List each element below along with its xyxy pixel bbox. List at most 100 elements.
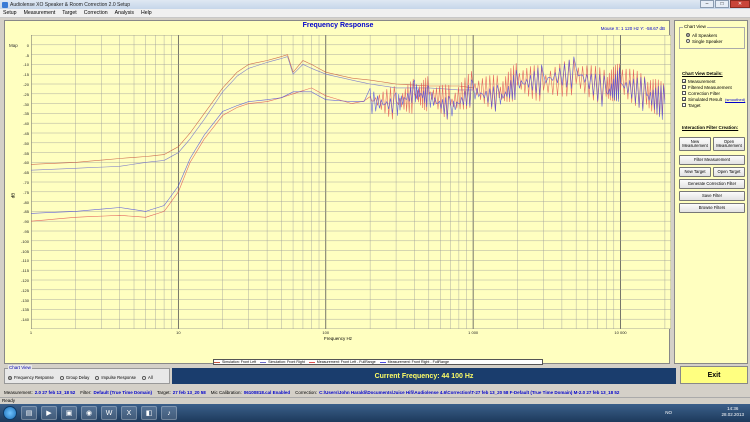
- legend-label: Simulation: Front Left: [222, 360, 257, 364]
- maximize-button[interactable]: □: [715, 0, 729, 8]
- y-tick-label: -130: [20, 297, 29, 303]
- y-tick-label: -20: [23, 82, 29, 87]
- radio-on-icon: [8, 375, 12, 380]
- browse-filters-button[interactable]: Browse Filters: [679, 203, 745, 213]
- new-target-button[interactable]: New Target: [679, 167, 711, 177]
- legend-item: Simulation: Front Left: [214, 360, 256, 364]
- details-label: Filtered Measurement: [688, 84, 732, 90]
- option-label: Impulse Response: [101, 375, 137, 380]
- open-measurement-button[interactable]: Open Measurement: [713, 137, 745, 151]
- y-tick-label: -75: [23, 189, 29, 195]
- save-filter-button[interactable]: Save Filter: [679, 191, 745, 201]
- browser-icon[interactable]: ◉: [81, 406, 97, 420]
- clock-date: 28.02.2013: [721, 412, 744, 417]
- info-key: Measurement:: [4, 389, 33, 395]
- details-title: Chart View Details:: [682, 71, 723, 76]
- menu-analysis[interactable]: Analysis: [115, 10, 134, 16]
- x-tick-label: 100: [322, 330, 330, 335]
- unchecked-box-icon: [682, 91, 686, 95]
- info-correction: C:\Users\John Haraldi\Documents\Juice Hi…: [319, 389, 620, 395]
- close-button[interactable]: ✕: [730, 0, 750, 8]
- info-mic: 06100818.cal Enabled: [243, 389, 291, 395]
- impulse-response-radio[interactable]: Impulse Response: [95, 375, 136, 380]
- radio-off-icon: [59, 375, 64, 380]
- folder-icon[interactable]: ▣: [61, 406, 77, 420]
- exit-button[interactable]: Exit: [680, 366, 748, 384]
- chart-view-bottom-group: Chart View Frequency Response Group Dela…: [4, 365, 170, 384]
- y-tick-label: -35: [23, 111, 29, 117]
- title-bar: Audiolense XO Speaker & Room Correction …: [0, 0, 750, 9]
- all-radio[interactable]: All: [142, 375, 153, 380]
- single-speaker-radio[interactable]: Single Speaker: [686, 38, 744, 44]
- details-label: Correction Filter: [688, 90, 721, 96]
- group-delay-radio[interactable]: Group Delay: [59, 375, 90, 380]
- y-tick-label: -90: [23, 219, 29, 225]
- start-button-icon[interactable]: [3, 406, 17, 420]
- generate-correction-button[interactable]: Generate Correction Filter: [679, 179, 745, 189]
- legend-swatch: [214, 361, 220, 363]
- legend-swatch: [308, 361, 315, 363]
- info-key: Target:: [156, 389, 171, 395]
- legend-item: Measurement: Front Left - FullRange: [308, 360, 376, 364]
- y-tick-label: -110: [21, 258, 29, 264]
- radio-off-icon: [95, 375, 100, 380]
- frequency-response-radio[interactable]: Frequency Response: [8, 375, 54, 380]
- chart-title: Frequency Response: [302, 22, 374, 29]
- legend-item: Measurement: Front Right - FullRange: [379, 360, 449, 364]
- side-panel: Chart View All Speakers Single Speaker C…: [674, 20, 748, 364]
- open-target-button[interactable]: Open Target: [713, 167, 745, 177]
- frequency-plot[interactable]: [31, 35, 671, 329]
- new-measurement-button[interactable]: New Measurement: [679, 137, 711, 151]
- menu-target[interactable]: Target: [62, 10, 76, 16]
- y-tick-label: -135: [20, 307, 29, 313]
- clock[interactable]: 14:36 28.02.2013: [721, 406, 744, 418]
- details-label: Simulated Result: [688, 96, 723, 102]
- taskbar: ▤ ▶ ▣ ◉ W X ◧ ♪ NO 14:36 28.02.2013: [0, 404, 750, 422]
- info-target: 27 feb 13_20 58: [172, 389, 206, 395]
- option-label: Frequency Response: [14, 375, 54, 380]
- menu-measurement[interactable]: Measurement: [24, 10, 56, 16]
- chart-panel: Map Frequency Response Mouse X: 1 120 Hz…: [4, 20, 671, 380]
- legend-label: Measurement: Front Right - FullRange: [387, 360, 449, 364]
- excel-icon[interactable]: X: [121, 406, 137, 420]
- filter-measurement-button[interactable]: Filter Measurement: [679, 155, 745, 165]
- smoothed-link[interactable]: (smoothed): [725, 97, 745, 102]
- simulated-result-checkbox[interactable]: ✓ Simulated Result (smoothed): [682, 96, 745, 102]
- info-key: Mic Calibration:: [210, 389, 242, 395]
- menu-correction[interactable]: Correction: [84, 10, 108, 16]
- y-tick-label: -60: [23, 160, 29, 166]
- x-tick-label: 1 000: [468, 330, 479, 335]
- all-speakers-label: All Speakers: [692, 32, 718, 38]
- y-tick-label: -50: [23, 140, 29, 146]
- audiolense-icon[interactable]: ♪: [161, 406, 177, 420]
- status-bar: Ready: [0, 397, 750, 404]
- y-tick-label: -65: [23, 170, 29, 176]
- details-list: ✓ Measurement Filtered Measurement Correc…: [682, 78, 745, 108]
- single-speaker-label: Single Speaker: [692, 38, 723, 44]
- option-label: Group Delay: [65, 375, 90, 380]
- app-window-icon[interactable]: ◧: [141, 406, 157, 420]
- word-icon[interactable]: W: [101, 406, 117, 420]
- radio-on-icon: [686, 33, 690, 37]
- minimize-button[interactable]: –: [700, 0, 714, 8]
- menu-setup[interactable]: Setup: [3, 10, 17, 16]
- y-tick-label: -40: [23, 121, 29, 127]
- y-tick-label: -25: [23, 91, 29, 97]
- y-tick-label: -125: [20, 287, 29, 293]
- menu-help[interactable]: Help: [141, 10, 152, 16]
- language-indicator[interactable]: NO: [665, 410, 672, 415]
- check-icon: ✓: [682, 97, 687, 102]
- media-icon[interactable]: ▶: [41, 406, 57, 420]
- chart-view-bottom-title: Chart View: [8, 365, 32, 370]
- x-tick-label: 10 000: [614, 330, 627, 335]
- info-key: Filter:: [80, 389, 92, 395]
- radio-off-icon: [142, 375, 147, 380]
- explorer-icon[interactable]: ▤: [21, 406, 37, 420]
- target-checkbox[interactable]: Target: [682, 102, 745, 108]
- x-tick-label: 1: [29, 330, 33, 335]
- legend-label: Measurement: Front Left - FullRange: [316, 360, 376, 364]
- option-label: All: [148, 375, 153, 380]
- y-tick-label: -80: [23, 199, 29, 205]
- menu-bar: Setup Measurement Target Correction Anal…: [0, 9, 750, 18]
- app-icon: [2, 1, 8, 8]
